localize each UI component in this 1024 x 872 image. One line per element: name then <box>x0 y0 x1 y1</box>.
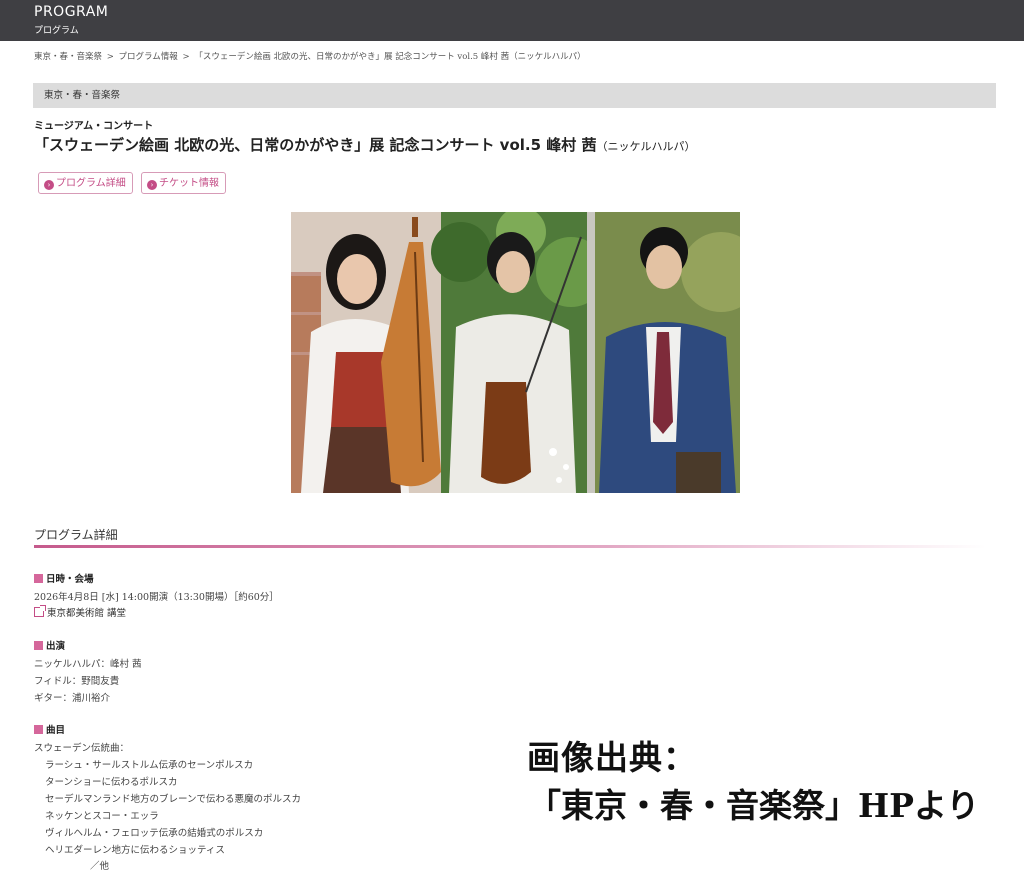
performers-photo <box>291 212 740 493</box>
performer-item: ギター：浦川裕介 <box>34 693 111 704</box>
header-subtitle: プログラム <box>34 26 79 36</box>
ticket-info-button[interactable]: › チケット情報 <box>141 172 226 194</box>
section-divider <box>34 545 986 548</box>
pieces-more: ／他 <box>90 861 110 872</box>
program-detail-label: プログラム詳細 <box>56 178 126 189</box>
image-source-caption: 画像出典： <box>527 738 697 777</box>
square-bullet-icon <box>34 725 43 734</box>
header-title: PROGRAM <box>34 4 109 20</box>
festival-bar: 東京・春・音楽祭 <box>33 83 996 108</box>
photo-panel-guitar <box>587 212 740 493</box>
date-venue-label-text: 日時・会場 <box>46 574 94 585</box>
photo-panel-nyckelharpa <box>291 212 441 493</box>
program-label: 曲目 <box>34 722 65 736</box>
ticket-info-label: チケット情報 <box>159 178 219 189</box>
piece-item: ヴィルヘルム・フェロッテ伝承の結婚式のポルスカ <box>45 828 264 839</box>
chevron-right-icon: › <box>44 180 54 190</box>
program-header: PROGRAM プログラム <box>0 0 1024 41</box>
breadcrumb: 東京・春・音楽祭 > プログラム情報 > 「スウェーデン絵画 北欧の光、日常のか… <box>34 50 586 62</box>
breadcrumb-separator: > <box>106 52 114 62</box>
breadcrumb-current: 「スウェーデン絵画 北欧の光、日常のかがやき」展 記念コンサート vol.5 峰… <box>194 52 586 62</box>
breadcrumb-home-link[interactable]: 東京・春・音楽祭 <box>34 52 102 62</box>
program-details-heading: プログラム詳細 <box>34 528 118 542</box>
program-category: ミュージアム・コンサート <box>34 121 154 132</box>
breadcrumb-separator: > <box>182 52 190 62</box>
piece-item: ラーシュ・サールストルム伝承のセーンポルスカ <box>45 760 254 771</box>
piece-item: ヘリエダーレン地方に伝わるショッティス <box>45 845 225 856</box>
program-title: 「スウェーデン絵画 北欧の光、日常のかがやき」展 記念コンサート vol.5 峰… <box>34 134 695 155</box>
venue-link-text: 東京都美術館 講堂 <box>47 608 127 619</box>
square-bullet-icon <box>34 574 43 583</box>
date-venue-label: 日時・会場 <box>34 571 94 585</box>
external-link-icon <box>34 605 46 617</box>
venue-link[interactable]: 東京都美術館 講堂 <box>34 605 126 619</box>
image-source-credit: 「東京・春・音楽祭」HPより <box>528 786 980 825</box>
performer-item: ニッケルハルパ：峰村 茜 <box>34 659 142 670</box>
program-title-main: 「スウェーデン絵画 北欧の光、日常のかがやき」展 記念コンサート vol.5 峰… <box>34 136 597 154</box>
breadcrumb-program-info-link[interactable]: プログラム情報 <box>119 52 178 62</box>
date-value: 2026年4月8日 [水] 14:00開演（13:30開場）［約60分］ <box>34 592 279 603</box>
performers-label: 出演 <box>34 638 65 652</box>
piece-item: ターンショーに伝わるポルスカ <box>45 777 178 788</box>
square-bullet-icon <box>34 641 43 650</box>
program-label-text: 曲目 <box>46 725 66 736</box>
program-detail-button[interactable]: › プログラム詳細 <box>38 172 133 194</box>
chevron-right-icon: › <box>147 180 157 190</box>
piece-item: ネッケンとスコー・エッラ <box>45 811 159 822</box>
program-intro: スウェーデン伝統曲： <box>34 743 130 754</box>
performer-item: フィドル：野間友貴 <box>34 676 120 687</box>
photo-panel-fiddle <box>431 212 606 493</box>
program-title-sub: （ニッケルハルパ） <box>596 140 696 153</box>
piece-item: セーデルマンランド地方のブレーンで伝わる悪魔のポルスカ <box>45 794 302 805</box>
performers-label-text: 出演 <box>46 641 66 652</box>
